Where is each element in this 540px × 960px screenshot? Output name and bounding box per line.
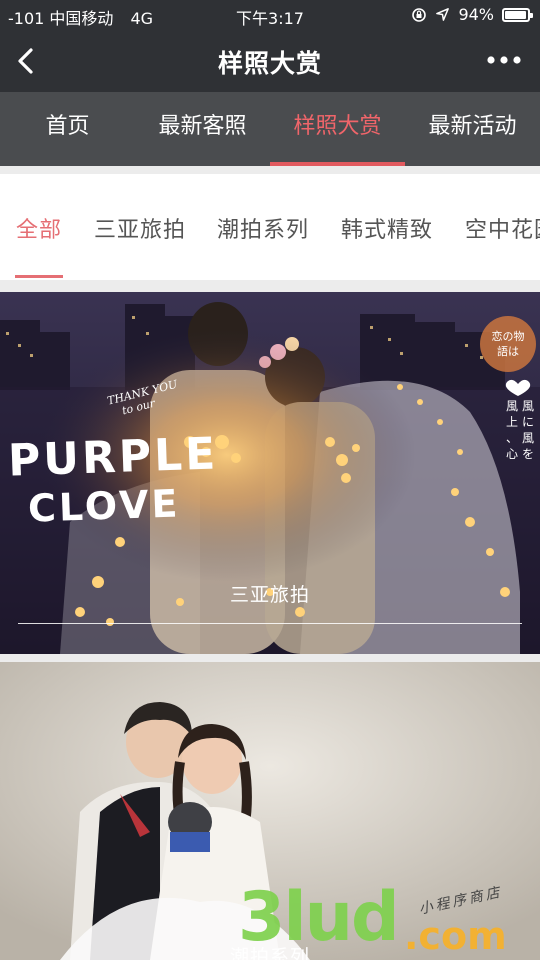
svg-text:風: 風: [522, 431, 534, 445]
svg-text:、: 、: [506, 431, 518, 445]
card-caption: 三亚旅拍: [229, 584, 310, 606]
svg-text:恋の物: 恋の物: [492, 329, 525, 343]
tab-latest-events[interactable]: 最新活动: [405, 92, 540, 166]
battery-percent: 94%: [458, 5, 494, 24]
more-dots-icon[interactable]: [486, 50, 522, 70]
caption-underline: [18, 623, 522, 624]
photo-headline-1: PURPLE: [7, 428, 220, 487]
page-title: 样照大赏: [217, 49, 322, 78]
svg-text:風: 風: [506, 399, 518, 413]
photo-headline-2: CLOVE: [27, 481, 182, 531]
category-tab-bar: 全部 三亚旅拍 潮拍系列 韩式精致 空中花园: [0, 174, 540, 280]
svg-text:を: を: [522, 447, 534, 461]
status-bar: -101 中国移动 4G 下午3:17 94%: [0, 0, 540, 30]
category-all[interactable]: 全部: [16, 212, 62, 244]
tab-sample-gallery[interactable]: 样照大赏: [270, 92, 405, 166]
svg-text:に: に: [522, 415, 534, 429]
location-arrow-icon: [436, 8, 450, 21]
category-sky-garden[interactable]: 空中花园: [465, 212, 540, 244]
main-tab-bar: 首页 最新客照 样照大赏 最新活动: [0, 92, 540, 166]
sample-card-sanya[interactable]: 恋の物 語は 風に風を 風上、心 THANK YOU to our PURPLE…: [0, 292, 540, 654]
battery-icon: [502, 7, 533, 22]
svg-text:風: 風: [522, 399, 534, 413]
navigation-bar: 样照大赏: [0, 30, 540, 92]
tab-home[interactable]: 首页: [0, 92, 135, 166]
orientation-lock-icon: [412, 7, 427, 22]
category-sanya-travel[interactable]: 三亚旅拍: [94, 212, 186, 244]
category-active-indicator: [15, 275, 63, 278]
battery-fill: [505, 10, 526, 19]
card-caption: 潮拍系列: [229, 946, 310, 960]
svg-text:心: 心: [506, 447, 518, 461]
svg-text:上: 上: [506, 415, 518, 429]
category-korean-style[interactable]: 韩式精致: [341, 212, 433, 244]
tab-latest-client-photos[interactable]: 最新客照: [135, 92, 270, 166]
status-right: 94%: [411, 5, 533, 24]
svg-text:語は: 語は: [497, 344, 519, 358]
sample-card-trendy[interactable]: 3lud .com 小程序商店 潮拍系列: [0, 662, 540, 960]
category-trendy-series[interactable]: 潮拍系列: [217, 212, 309, 244]
